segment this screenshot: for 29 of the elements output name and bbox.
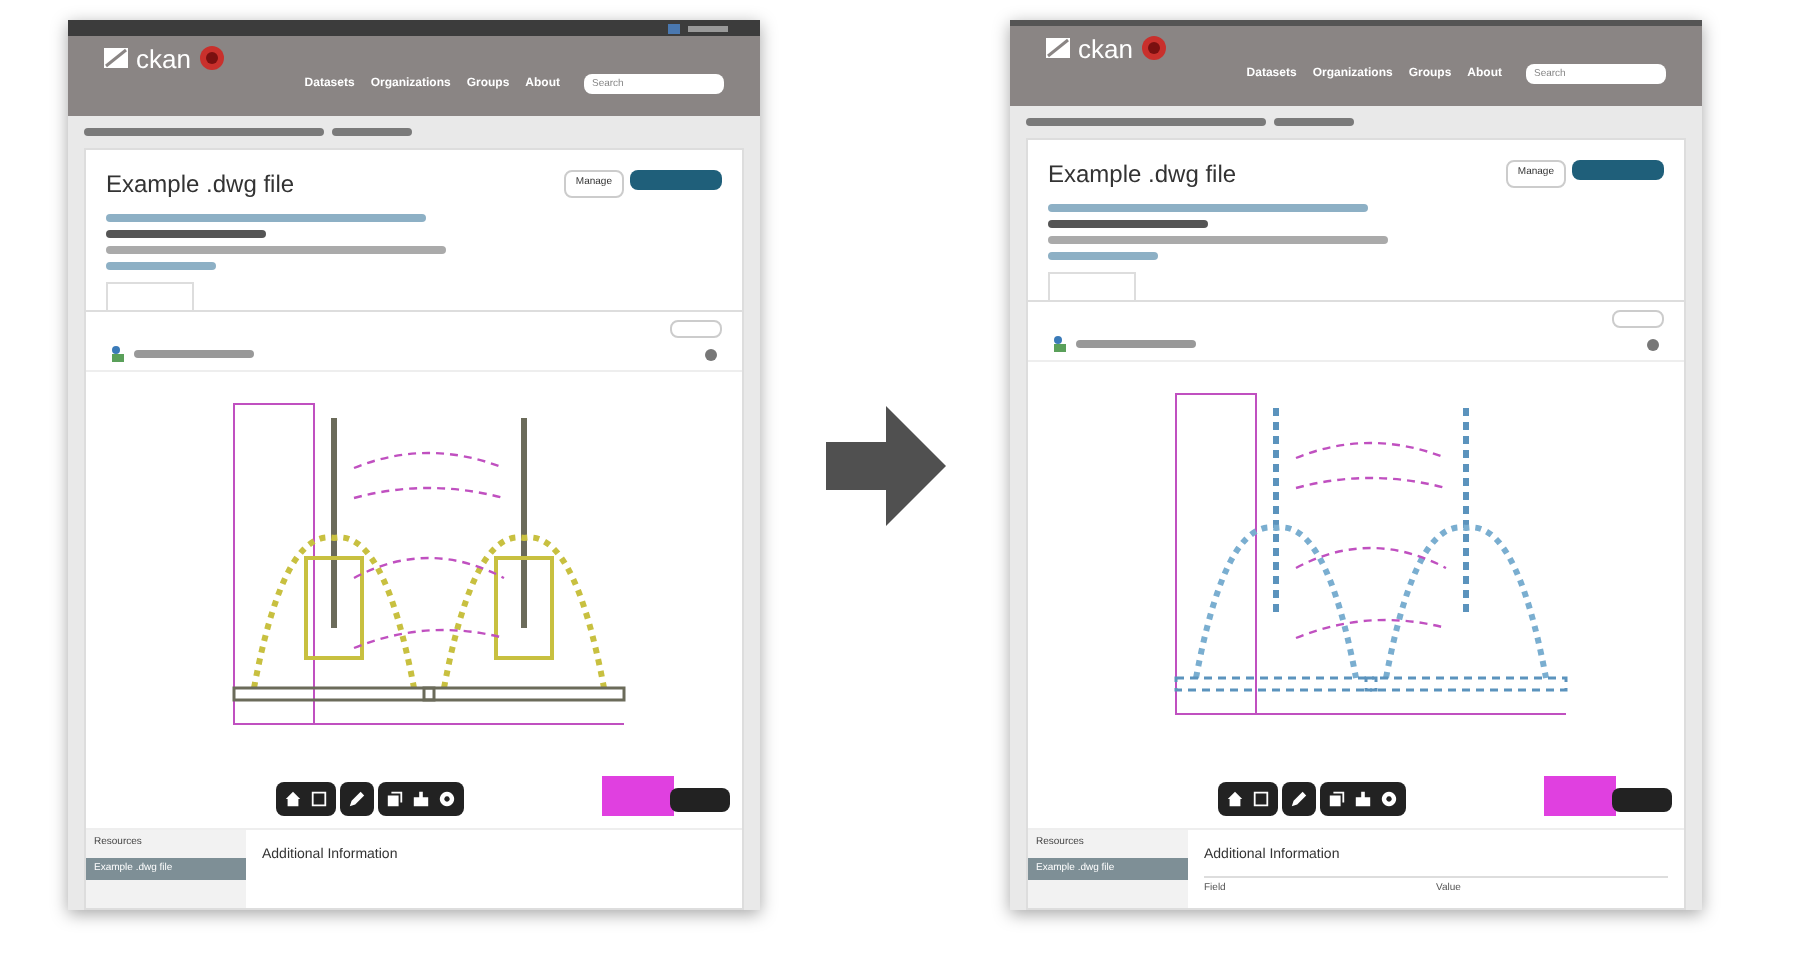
partner-logo-icon <box>198 44 227 72</box>
frame-icon[interactable] <box>1252 790 1270 808</box>
gear-icon[interactable] <box>1380 790 1398 808</box>
layers-icon[interactable] <box>1328 790 1346 808</box>
primary-button[interactable] <box>630 170 722 191</box>
people-icon <box>1052 336 1068 352</box>
properties-button[interactable] <box>670 788 730 812</box>
minimap <box>602 776 674 816</box>
share-icon[interactable] <box>704 347 718 361</box>
right-arrow-icon <box>825 405 945 525</box>
pencil-icon[interactable] <box>348 790 366 808</box>
pencil-icon[interactable] <box>1290 790 1308 808</box>
share-icon[interactable] <box>1646 337 1660 351</box>
logo-text: ckan <box>1078 35 1133 61</box>
frame-icon[interactable] <box>310 790 328 808</box>
minimap <box>1544 776 1616 816</box>
logo-text: ckan <box>136 45 191 71</box>
logo-icon <box>1046 38 1070 58</box>
partner-logo-icon <box>1140 34 1169 62</box>
home-icon[interactable] <box>284 790 302 808</box>
properties-button[interactable] <box>1612 788 1672 812</box>
layers-icon[interactable] <box>386 790 404 808</box>
primary-button[interactable] <box>1572 160 1664 181</box>
logo-icon <box>104 48 128 68</box>
home-icon[interactable] <box>1226 790 1244 808</box>
page-title: Example .dwg file <box>106 168 295 202</box>
gear-icon[interactable] <box>438 790 456 808</box>
people-icon <box>110 346 126 362</box>
page-title: Example .dwg file <box>1048 158 1237 192</box>
